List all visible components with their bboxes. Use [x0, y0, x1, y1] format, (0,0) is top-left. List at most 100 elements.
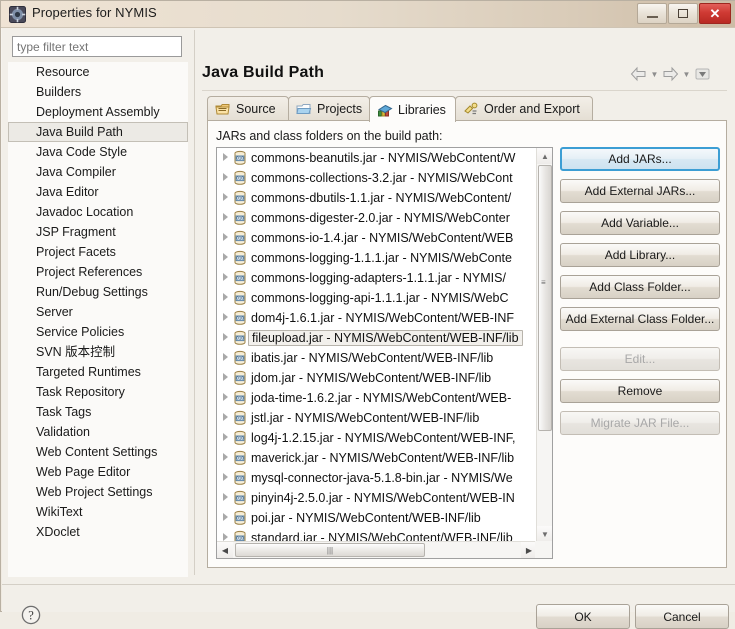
sidebar-item-server[interactable]: Server	[8, 302, 188, 322]
ok-button[interactable]: OK	[536, 604, 630, 629]
list-item[interactable]: 010 mysql-connector-java-5.1.8-bin.jar - …	[217, 468, 537, 488]
expand-arrow-icon[interactable]	[223, 453, 228, 461]
sidebar-item-java-build-path[interactable]: Java Build Path	[8, 122, 188, 142]
maximize-button[interactable]	[668, 3, 698, 24]
list-vertical-scrollbar[interactable]: ▲ ≡ ▼	[536, 148, 552, 542]
expand-arrow-icon[interactable]	[223, 333, 228, 341]
sidebar-item-jsp-fragment[interactable]: JSP Fragment	[8, 222, 188, 242]
expand-arrow-icon[interactable]	[223, 473, 228, 481]
svg-text:010: 010	[237, 196, 245, 201]
sidebar-item-task-repository[interactable]: Task Repository	[8, 382, 188, 402]
expand-arrow-icon[interactable]	[223, 393, 228, 401]
scroll-up-arrow-icon[interactable]: ▲	[537, 148, 552, 164]
build-path-list[interactable]: 010 commons-beanutils.jar - NYMIS/WebCont…	[216, 147, 553, 559]
forward-history-chevron-down-icon[interactable]: ▼	[681, 67, 692, 81]
expand-arrow-icon[interactable]	[223, 193, 228, 201]
list-item[interactable]: 010 log4j-1.2.15.jar - NYMIS/WebContent/W…	[217, 428, 537, 448]
list-item[interactable]: 010 commons-digester-2.0.jar - NYMIS/WebC…	[217, 208, 537, 228]
sidebar-item-targeted-runtimes[interactable]: Targeted Runtimes	[8, 362, 188, 382]
sidebar-item-resource[interactable]: Resource	[8, 62, 188, 82]
add-variable-button[interactable]: Add Variable...	[560, 211, 720, 235]
forward-arrow-icon[interactable]	[662, 66, 679, 82]
sidebar-item-builders[interactable]: Builders	[8, 82, 188, 102]
add-jars-button[interactable]: Add JARs...	[560, 147, 720, 171]
list-item-label: commons-dbutils-1.1.jar - NYMIS/WebConte…	[251, 191, 512, 205]
list-item-label: commons-collections-3.2.jar - NYMIS/WebC…	[251, 171, 513, 185]
expand-arrow-icon[interactable]	[223, 413, 228, 421]
expand-arrow-icon[interactable]	[223, 373, 228, 381]
list-item[interactable]: 010 commons-io-1.4.jar - NYMIS/WebContent…	[217, 228, 537, 248]
sidebar-item-run-debug-settings[interactable]: Run/Debug Settings	[8, 282, 188, 302]
list-item[interactable]: 010 jdom.jar - NYMIS/WebContent/WEB-INF/l…	[217, 368, 537, 388]
sidebar-item-javadoc-location[interactable]: Javadoc Location	[8, 202, 188, 222]
scroll-left-arrow-icon[interactable]: ◀	[217, 542, 233, 558]
expand-arrow-icon[interactable]	[223, 533, 228, 541]
sidebar-item-project-references[interactable]: Project References	[8, 262, 188, 282]
expand-arrow-icon[interactable]	[223, 293, 228, 301]
sidebar-item-svn[interactable]: SVN 版本控制	[8, 342, 188, 362]
horizontal-scroll-thumb[interactable]: |||	[235, 543, 425, 557]
sidebar-item-java-editor[interactable]: Java Editor	[8, 182, 188, 202]
sidebar-item-xdoclet[interactable]: XDoclet	[8, 522, 188, 542]
list-item[interactable]: 010 commons-beanutils.jar - NYMIS/WebCont…	[217, 148, 537, 168]
sidebar-item-java-code-style[interactable]: Java Code Style	[8, 142, 188, 162]
filter-input[interactable]	[12, 36, 182, 57]
sidebar-item-project-facets[interactable]: Project Facets	[8, 242, 188, 262]
list-item[interactable]: 010 joda-time-1.6.2.jar - NYMIS/WebConten…	[217, 388, 537, 408]
tab-libraries[interactable]: Libraries	[369, 96, 456, 122]
list-item[interactable]: 010 commons-logging-api-1.1.1.jar - NYMIS…	[217, 288, 537, 308]
remove-button[interactable]: Remove	[560, 379, 720, 403]
back-arrow-icon[interactable]	[630, 66, 647, 82]
sidebar-item-service-policies[interactable]: Service Policies	[8, 322, 188, 342]
list-item[interactable]: 010 fileupload.jar - NYMIS/WebContent/WEB…	[217, 328, 537, 348]
expand-arrow-icon[interactable]	[223, 173, 228, 181]
expand-arrow-icon[interactable]	[223, 153, 228, 161]
list-item[interactable]: 010 ibatis.jar - NYMIS/WebContent/WEB-INF…	[217, 348, 537, 368]
list-horizontal-scrollbar[interactable]: ◀ ||| ▶	[217, 541, 537, 558]
sidebar-item-deployment-assembly[interactable]: Deployment Assembly	[8, 102, 188, 122]
tab-projects[interactable]: Projects	[288, 96, 370, 121]
expand-arrow-icon[interactable]	[223, 273, 228, 281]
list-item[interactable]: 010 dom4j-1.6.1.jar - NYMIS/WebContent/WE…	[217, 308, 537, 328]
add-class-folder-button[interactable]: Add Class Folder...	[560, 275, 720, 299]
sidebar-item-validation[interactable]: Validation	[8, 422, 188, 442]
list-item[interactable]: 010 commons-logging-adapters-1.1.1.jar - …	[217, 268, 537, 288]
vertical-scroll-thumb[interactable]	[538, 165, 552, 431]
add-external-class-folder-button[interactable]: Add External Class Folder...	[560, 307, 720, 331]
expand-arrow-icon[interactable]	[223, 253, 228, 261]
expand-arrow-icon[interactable]	[223, 313, 228, 321]
list-item[interactable]: 010 jstl.jar - NYMIS/WebContent/WEB-INF/l…	[217, 408, 537, 428]
expand-arrow-icon[interactable]	[223, 233, 228, 241]
back-history-chevron-down-icon[interactable]: ▼	[649, 67, 660, 81]
sidebar-item-web-page-editor[interactable]: Web Page Editor	[8, 462, 188, 482]
expand-arrow-icon[interactable]	[223, 353, 228, 361]
expand-arrow-icon[interactable]	[223, 433, 228, 441]
expand-arrow-icon[interactable]	[223, 513, 228, 521]
cancel-button[interactable]: Cancel	[635, 604, 729, 629]
sidebar-item-wikitext[interactable]: WikiText	[8, 502, 188, 522]
expand-arrow-icon[interactable]	[223, 213, 228, 221]
scroll-down-arrow-icon[interactable]: ▼	[537, 526, 552, 542]
list-item[interactable]: 010 pinyin4j-2.5.0.jar - NYMIS/WebContent…	[217, 488, 537, 508]
close-button[interactable]: ✕	[699, 3, 731, 24]
list-item[interactable]: 010 poi.jar - NYMIS/WebContent/WEB-INF/li…	[217, 508, 537, 528]
list-item[interactable]: 010 commons-logging-1.1.1.jar - NYMIS/Web…	[217, 248, 537, 268]
list-item[interactable]: 010 commons-dbutils-1.1.jar - NYMIS/WebCo…	[217, 188, 537, 208]
minimize-icon	[638, 4, 666, 23]
expand-arrow-icon[interactable]	[223, 493, 228, 501]
help-question-icon[interactable]: ?	[20, 604, 42, 626]
sidebar-item-web-project-settings[interactable]: Web Project Settings	[8, 482, 188, 502]
list-item[interactable]: 010 commons-collections-3.2.jar - NYMIS/W…	[217, 168, 537, 188]
minimize-button[interactable]	[637, 3, 667, 24]
sidebar-item-task-tags[interactable]: Task Tags	[8, 402, 188, 422]
settings-tree[interactable]: Resource Builders Deployment Assembly Java …	[8, 62, 188, 577]
tab-order-and-export[interactable]: Order and Export	[455, 96, 593, 121]
sidebar-item-java-compiler[interactable]: Java Compiler	[8, 162, 188, 182]
tab-source[interactable]: Source	[207, 96, 289, 121]
list-item[interactable]: 010 maverick.jar - NYMIS/WebContent/WEB-I…	[217, 448, 537, 468]
list-item[interactable]: 010 standard.jar - NYMIS/WebContent/WEB-I…	[217, 528, 537, 542]
view-menu-icon[interactable]	[694, 66, 711, 82]
sidebar-item-web-content-settings[interactable]: Web Content Settings	[8, 442, 188, 462]
add-library-button[interactable]: Add Library...	[560, 243, 720, 267]
add-external-jars-button[interactable]: Add External JARs...	[560, 179, 720, 203]
